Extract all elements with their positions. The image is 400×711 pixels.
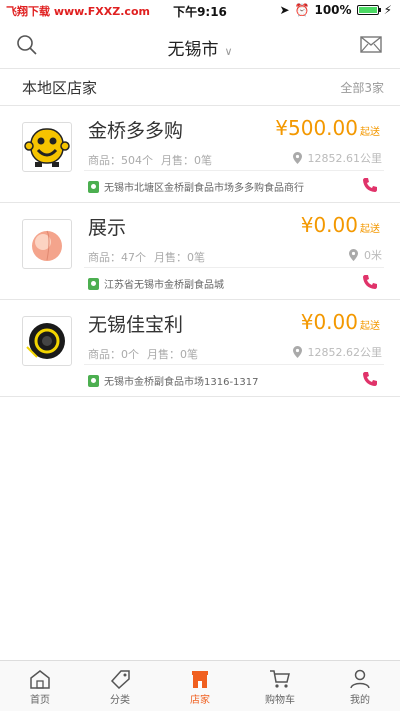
- city-name: 无锡市: [167, 40, 219, 60]
- tab-mine[interactable]: 我的: [320, 661, 400, 711]
- min-order-label: 起送: [360, 127, 380, 138]
- monthly-sales: 月售：0笔: [147, 348, 198, 361]
- mail-icon[interactable]: [360, 36, 382, 53]
- location-arrow-icon: ➤: [279, 3, 290, 17]
- store-address: 无锡市金桥副食品市场1316-1317: [104, 377, 259, 388]
- address-row: 江苏省无锡市金桥副食品城: [84, 267, 384, 298]
- tab-home[interactable]: 首页: [0, 661, 80, 711]
- store-distance: 12852.62公里: [292, 344, 383, 360]
- store-item[interactable]: 展示 ¥0.00 起送 商品：47个 月售：0笔 0米 江苏省无锡市金桥副食品城: [0, 203, 400, 300]
- phone-icon[interactable]: [362, 371, 378, 387]
- address-pin-icon: [88, 180, 99, 193]
- store-meta: 商品：47个 月售：0笔: [88, 249, 205, 265]
- tab-label: 首页: [30, 695, 50, 706]
- smiley-logo-icon: [24, 128, 70, 167]
- min-order-price: ¥0.00 起送: [301, 310, 380, 334]
- address-pin-icon: [88, 374, 99, 387]
- address-row: 无锡市北塘区金桥副食品市场多多购食品商行: [84, 170, 384, 201]
- city-selector[interactable]: 无锡市 ∨: [0, 35, 400, 60]
- phone-icon[interactable]: [362, 274, 378, 290]
- min-order-price: ¥500.00 起送: [275, 116, 380, 140]
- bottom-tab-bar: 首页 分类 店家 购物车 我的: [0, 660, 400, 711]
- address-pin-icon: [88, 277, 99, 290]
- tab-category[interactable]: 分类: [80, 661, 160, 711]
- alarm-icon: ⏰: [294, 3, 310, 17]
- store-thumbnail: [22, 122, 72, 172]
- section-header: 本地区店家 全部3家: [0, 69, 400, 106]
- location-pin-icon: [292, 152, 302, 164]
- tab-label: 分类: [110, 695, 130, 706]
- store-distance: 12852.61公里: [292, 150, 383, 166]
- tab-label: 我的: [350, 695, 370, 706]
- store-thumbnail: [22, 219, 72, 269]
- min-order-label: 起送: [360, 224, 380, 235]
- battery-icon: [356, 5, 381, 15]
- user-icon: [350, 669, 370, 689]
- price-value: ¥0.00: [300, 213, 358, 237]
- status-bar: 飞翔下载 www.FXXZ.com 下午9:16 ➤ ⏰ 100% ⚡: [0, 0, 400, 22]
- store-distance: 0米: [349, 247, 382, 263]
- phone-icon[interactable]: [362, 177, 378, 193]
- store-name: 展示: [88, 217, 127, 239]
- store-item[interactable]: 无锡佳宝利 ¥0.00 起送 商品：0个 月售：0笔 12852.62公里 无锡市金…: [0, 300, 400, 397]
- store-address: 江苏省无锡市金桥副食品城: [104, 280, 224, 291]
- chevron-down-icon: ∨: [224, 45, 233, 58]
- status-right: ➤ ⏰ 100% ⚡: [279, 3, 392, 17]
- cart-icon: [270, 670, 290, 688]
- store-count[interactable]: 全部3家: [340, 79, 384, 96]
- distance-value: 0米: [364, 249, 382, 262]
- tab-cart[interactable]: 购物车: [240, 661, 320, 711]
- goods-count: 商品：0个: [88, 348, 139, 361]
- store-icon: [192, 671, 208, 688]
- header: 无锡市 ∨: [0, 22, 400, 69]
- min-order-price: ¥0.00 起送: [301, 213, 380, 237]
- distance-value: 12852.61公里: [307, 152, 383, 165]
- monthly-sales: 月售：0笔: [161, 154, 212, 167]
- section-title: 本地区店家: [22, 78, 98, 97]
- location-pin-icon: [292, 346, 302, 358]
- store-address: 无锡市北塘区金桥副食品市场多多购食品商行: [104, 183, 304, 194]
- tag-icon: [110, 670, 130, 689]
- store-thumbnail: [22, 316, 72, 366]
- store-name: 金桥多多购: [88, 120, 184, 142]
- distance-value: 12852.62公里: [307, 346, 383, 359]
- goods-count: 商品：504个: [88, 154, 153, 167]
- goods-count: 商品：47个: [88, 251, 146, 264]
- store-meta: 商品：504个 月售：0笔: [88, 152, 212, 168]
- peach-icon: [32, 230, 62, 261]
- store-name: 无锡佳宝利: [88, 314, 184, 336]
- tab-label: 店家: [190, 695, 210, 706]
- store-item[interactable]: 金桥多多购 ¥500.00 起送 商品：504个 月售：0笔 12852.61公里 …: [0, 106, 400, 203]
- store-meta: 商品：0个 月售：0笔: [88, 346, 198, 362]
- battery-percent: 100%: [314, 3, 352, 17]
- price-value: ¥500.00: [275, 116, 358, 140]
- address-row: 无锡市金桥副食品市场1316-1317: [84, 364, 384, 395]
- wheel-icon: [26, 323, 65, 359]
- monthly-sales: 月售：0笔: [154, 251, 205, 264]
- charging-icon: ⚡: [383, 3, 392, 17]
- tab-stores[interactable]: 店家: [160, 661, 240, 711]
- location-pin-icon: [349, 249, 358, 261]
- min-order-label: 起送: [360, 321, 380, 332]
- tab-label: 购物车: [265, 695, 295, 706]
- price-value: ¥0.00: [300, 310, 358, 334]
- home-icon: [30, 670, 50, 689]
